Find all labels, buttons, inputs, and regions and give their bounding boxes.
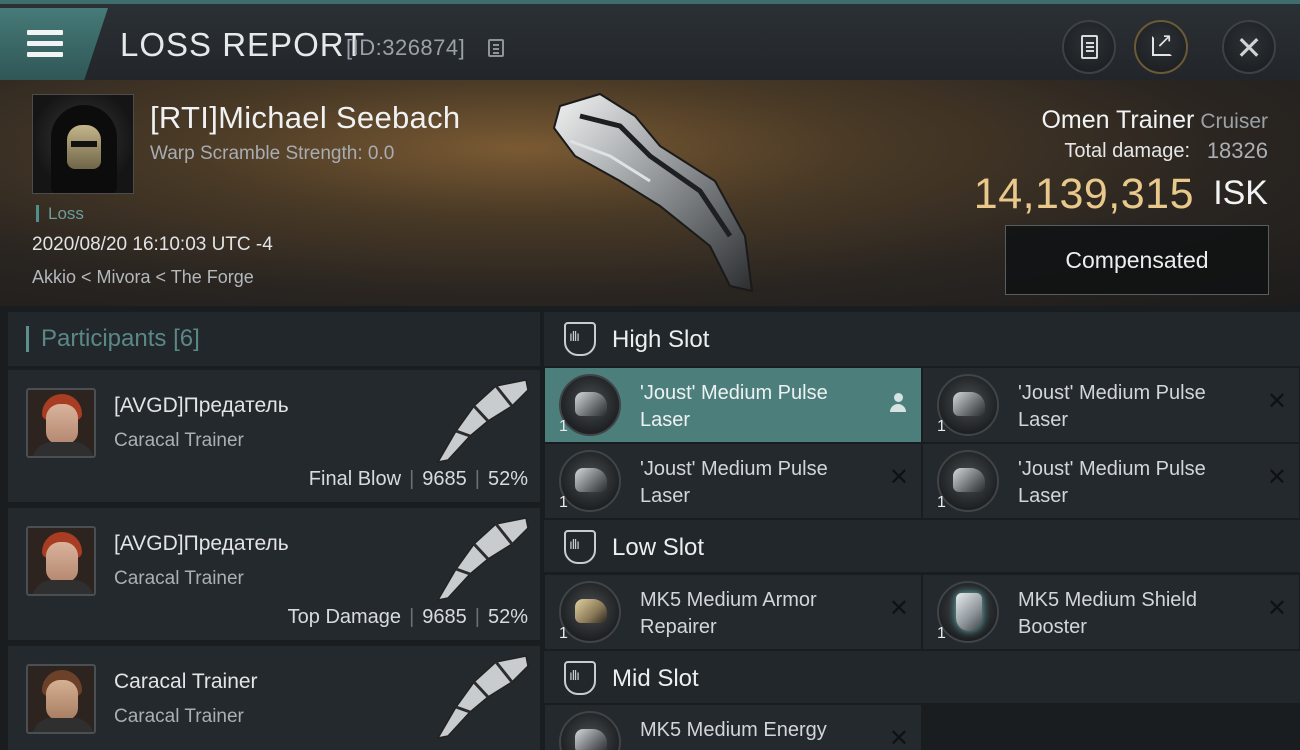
module-item[interactable]: 1 MK5 Medium Shield Booster ✕ <box>923 575 1299 649</box>
kill-location[interactable]: Akkio < Mivora < The Forge <box>32 267 254 288</box>
module-name: 'Joust' Medium Pulse Laser <box>640 458 828 507</box>
participant-row[interactable]: Caracal Trainer Caracal Trainer <box>8 644 540 750</box>
kill-datetime: 2020/08/20 16:10:03 UTC -4 <box>32 234 273 255</box>
close-icon: ✕ <box>1235 30 1263 66</box>
victim-ship-type: Omen Trainer Cruiser <box>1041 106 1268 135</box>
destroyed-icon: ✕ <box>888 725 909 750</box>
destroyed-icon: ✕ <box>1266 595 1287 622</box>
loss-tag: Loss <box>36 205 84 222</box>
victim-name[interactable]: [RTI]Michael Seebach <box>150 100 460 136</box>
participant-percent: 52% <box>487 606 528 628</box>
mid-slot-icon <box>564 661 596 695</box>
participants-count: [6] <box>173 325 200 352</box>
low-slot-header: Low Slot <box>544 520 1300 572</box>
compensated-button[interactable]: Compensated <box>1005 225 1269 295</box>
module-item[interactable]: 1 MK5 Medium Armor Repairer ✕ <box>545 575 921 649</box>
pulse-laser-icon <box>559 374 621 436</box>
pilot-icon <box>889 393 907 413</box>
module-item[interactable]: 1 'Joust' Medium Pulse Laser ✕ <box>923 368 1299 442</box>
module-item[interactable]: 1 'Joust' Medium Pulse Laser ✕ <box>923 444 1299 518</box>
participant-stats: Top Damage | 9685 | 52% <box>287 606 528 628</box>
module-quantity: 1 <box>937 625 946 642</box>
high-slot-header: High Slot <box>544 312 1300 366</box>
participant-role: Final Blow <box>308 468 402 490</box>
module-item[interactable]: 1 'Joust' Medium Pulse Laser <box>545 368 921 442</box>
destroyed-icon: ✕ <box>888 464 909 491</box>
share-button[interactable] <box>1134 20 1188 74</box>
high-slot-title: High Slot <box>612 326 710 353</box>
close-button[interactable]: ✕ <box>1222 20 1276 74</box>
armor-repairer-icon <box>559 581 621 643</box>
energy-module-icon <box>559 711 621 750</box>
destroyed-icon: ✕ <box>1266 464 1287 491</box>
participant-row[interactable]: [AVGD]Предатель Caracal Trainer Top Dama… <box>8 506 540 640</box>
module-name: MK5 Medium Armor Repairer <box>640 589 817 638</box>
report-id: [ID:326874] <box>346 35 466 60</box>
participant-ship: Caracal Trainer <box>114 430 244 451</box>
document-button[interactable] <box>1062 20 1116 74</box>
module-item[interactable]: MK5 Medium Energy ✕ <box>545 705 921 750</box>
participant-ship: Caracal Trainer <box>114 706 244 727</box>
participant-row[interactable]: [AVGD]Предатель Caracal Trainer Final Bl… <box>8 368 540 502</box>
header-bar: LOSS REPORT [ID:326874] ✕ <box>0 0 1300 80</box>
participants-label: Participants <box>41 325 167 352</box>
copy-icon[interactable] <box>488 39 504 57</box>
participant-ship-icon <box>436 655 529 740</box>
module-item[interactable]: 1 'Joust' Medium Pulse Laser ✕ <box>545 444 921 518</box>
destroyed-icon: ✕ <box>1266 388 1287 415</box>
shield-booster-icon <box>937 581 999 643</box>
module-name: 'Joust' Medium Pulse Laser <box>1018 458 1206 507</box>
pulse-laser-icon <box>937 374 999 436</box>
participant-name: Caracal Trainer <box>114 670 258 693</box>
pulse-laser-icon <box>559 450 621 512</box>
share-icon <box>1152 28 1173 56</box>
participant-ship: Caracal Trainer <box>114 568 244 589</box>
participant-avatar <box>26 664 96 734</box>
participant-ship-icon <box>436 517 529 602</box>
module-name: 'Joust' Medium Pulse Laser <box>1018 382 1206 431</box>
participant-ship-icon <box>436 379 529 464</box>
participant-name: [AVGD]Предатель <box>114 532 289 555</box>
pulse-laser-icon <box>937 450 999 512</box>
menu-icon <box>27 30 63 58</box>
module-name: 'Joust' Medium Pulse Laser <box>640 382 828 431</box>
document-icon <box>1081 35 1098 59</box>
participant-damage: 9685 <box>422 468 467 490</box>
ship-name: Omen Trainer <box>1041 106 1195 134</box>
mid-slot-header: Mid Slot <box>544 651 1300 703</box>
module-quantity: 1 <box>937 418 946 435</box>
participant-role: Top Damage <box>287 606 402 628</box>
participant-avatar <box>26 388 96 458</box>
module-quantity: 1 <box>937 494 946 511</box>
ship-class: Cruiser <box>1200 110 1268 133</box>
total-damage-value: 18326 <box>1206 138 1268 163</box>
isk-value: 14,139,315 <box>973 170 1194 218</box>
warp-scramble-strength: Warp Scramble Strength: 0.0 <box>150 143 395 164</box>
participant-stats: Final Blow | 9685 | 52% <box>308 468 528 490</box>
victim-avatar[interactable] <box>32 94 134 194</box>
victim-summary: [RTI]Michael Seebach Warp Scramble Stren… <box>0 80 1300 306</box>
victim-ship-image[interactable] <box>540 86 770 298</box>
menu-button[interactable] <box>0 8 108 80</box>
module-quantity: 1 <box>559 494 568 511</box>
isk-unit: ISK <box>1213 174 1268 212</box>
participant-damage: 9685 <box>422 606 467 628</box>
page-title: LOSS REPORT <box>120 26 366 63</box>
participant-percent: 52% <box>487 468 528 490</box>
participant-avatar <box>26 526 96 596</box>
low-slot-title: Low Slot <box>612 534 705 561</box>
participant-name: [AVGD]Предатель <box>114 394 289 417</box>
module-name: MK5 Medium Shield Booster <box>1018 589 1197 638</box>
participants-header[interactable]: Participants [6] <box>8 312 540 366</box>
module-quantity: 1 <box>559 418 568 435</box>
destroyed-icon: ✕ <box>888 595 909 622</box>
module-name: MK5 Medium Energy <box>640 719 827 741</box>
total-damage-label: Total damage: <box>1064 140 1190 162</box>
module-quantity: 1 <box>559 625 568 642</box>
low-slot-icon <box>564 530 596 564</box>
mid-slot-title: Mid Slot <box>612 665 699 692</box>
high-slot-icon <box>564 322 596 356</box>
